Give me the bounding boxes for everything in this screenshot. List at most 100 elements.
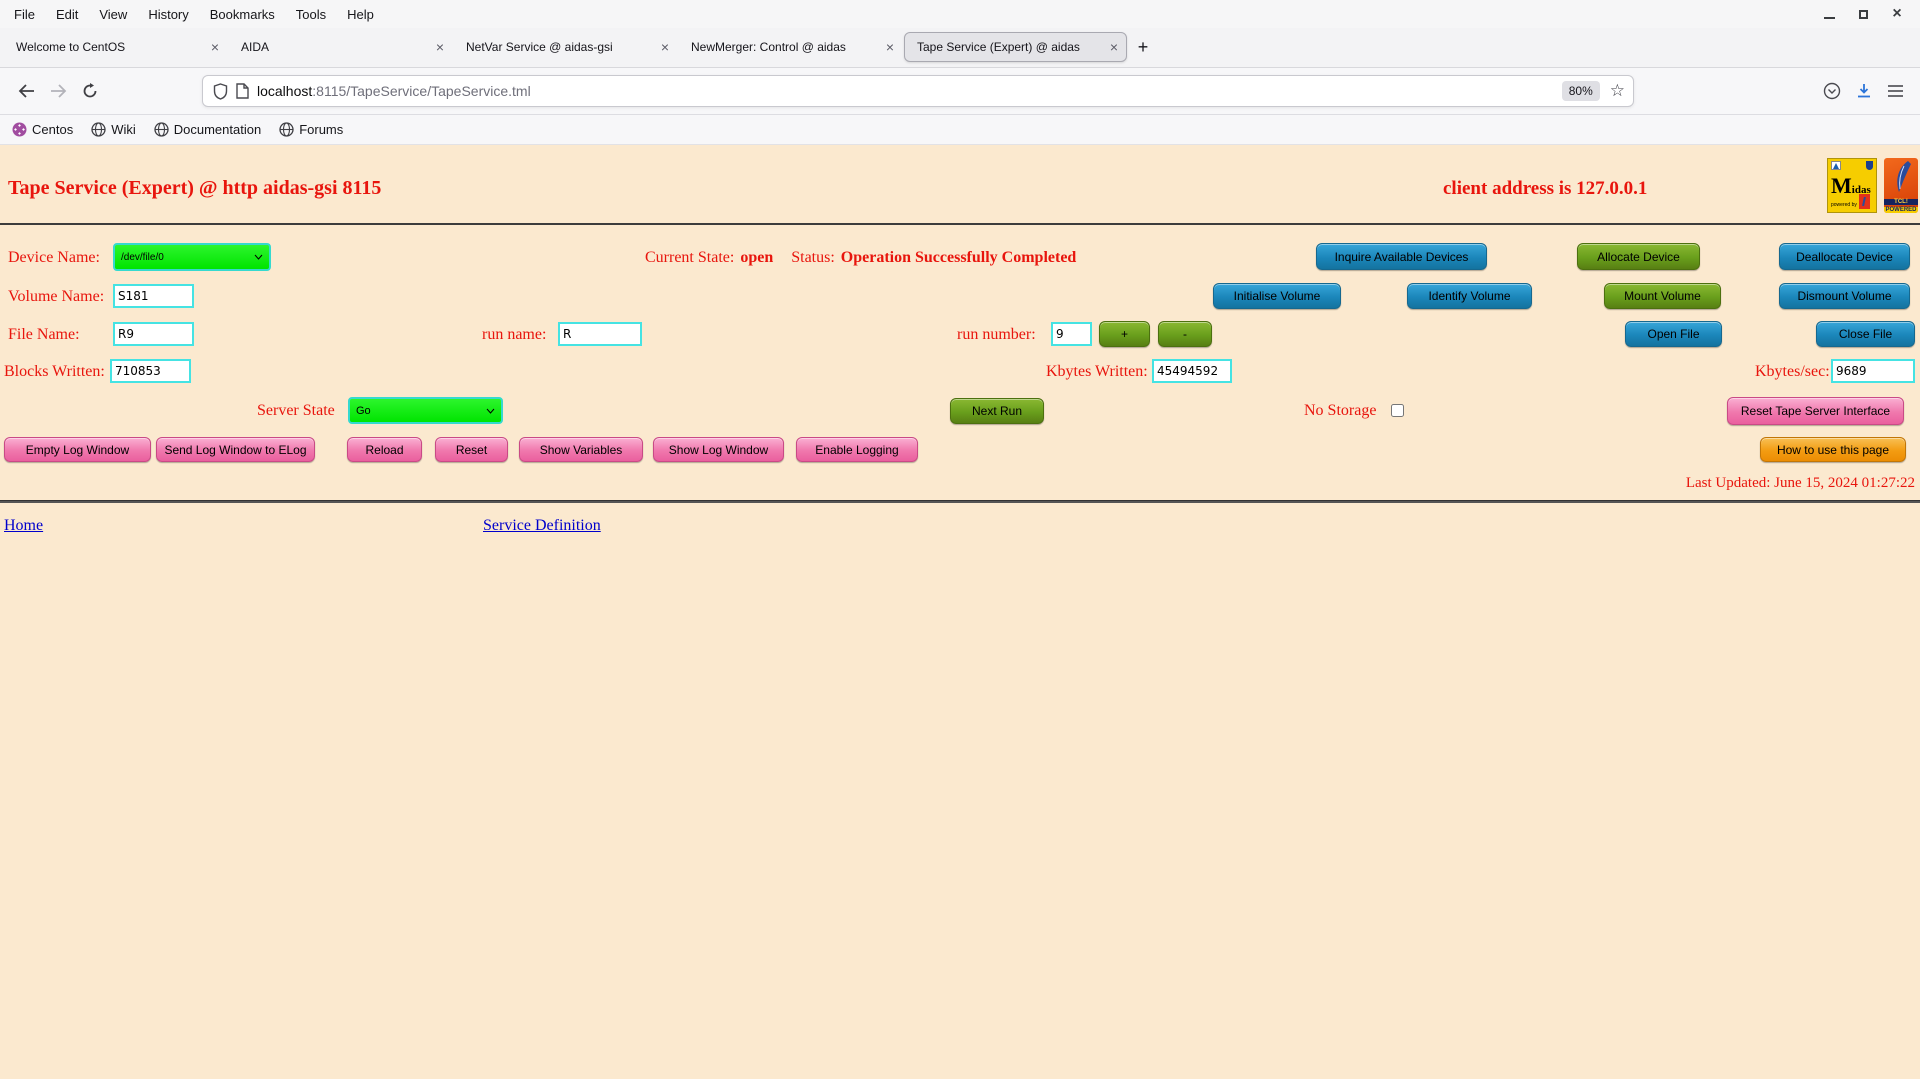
volume-name-input[interactable] (113, 284, 194, 308)
bookmark-forums[interactable]: Forums (279, 122, 343, 137)
tab-close-icon[interactable]: × (1104, 39, 1118, 55)
state-status-line: Current State: open Status: Operation Succe… (645, 249, 1076, 267)
run-number-decrement-button[interactable]: - (1158, 321, 1212, 347)
blocks-written-label: Blocks Written: (4, 363, 105, 380)
file-name-input[interactable] (113, 322, 194, 346)
server-state-value: Go (356, 404, 371, 417)
server-state-select[interactable]: Go (348, 397, 503, 424)
downloads-icon[interactable] (1855, 82, 1873, 100)
tab-close-icon[interactable]: × (655, 39, 669, 55)
page-title: Tape Service (Expert) @ http aidas-gsi 8… (8, 177, 382, 199)
midas-logo[interactable]: Midas powered by (1827, 158, 1877, 213)
tab-welcome-centos[interactable]: Welcome to CentOS × (4, 32, 227, 62)
file-name-label: File Name: (8, 326, 80, 343)
menu-bookmarks[interactable]: Bookmarks (210, 7, 275, 22)
show-log-window-button[interactable]: Show Log Window (653, 437, 784, 462)
tab-netvar-service[interactable]: NetVar Service @ aidas-gsi × (454, 32, 677, 62)
device-name-select[interactable]: /dev/file/0 (113, 243, 271, 271)
reload-button[interactable]: Reload (347, 437, 422, 462)
hamburger-menu-icon[interactable] (1887, 84, 1904, 98)
pocket-icon[interactable] (1823, 82, 1841, 100)
tab-newmerger-control[interactable]: NewMerger: Control @ aidas × (679, 32, 902, 62)
tcl-powered-text: POWERED (1884, 207, 1918, 213)
tab-close-icon[interactable]: × (205, 39, 219, 55)
send-log-window-to-elog-button[interactable]: Send Log Window to ELog (156, 437, 315, 462)
service-definition-link[interactable]: Service Definition (483, 517, 601, 535)
maximize-icon[interactable] (1856, 7, 1870, 21)
tab-aida[interactable]: AIDA × (229, 32, 452, 62)
run-number-increment-button[interactable]: + (1099, 321, 1150, 347)
client-address: client address is 127.0.0.1 (1443, 178, 1648, 199)
menu-history[interactable]: History (148, 7, 188, 22)
minimize-icon[interactable] (1822, 7, 1836, 21)
inquire-available-devices-button[interactable]: Inquire Available Devices (1316, 243, 1487, 270)
url-text: localhost:8115/TapeService/TapeService.t… (257, 83, 531, 99)
bookmark-wiki[interactable]: Wiki (91, 122, 136, 137)
new-tab-button[interactable]: + (1128, 32, 1158, 62)
menu-edit[interactable]: Edit (56, 7, 78, 22)
bookmarks-toolbar: Centos Wiki Documentation Forums (0, 115, 1920, 145)
menu-file[interactable]: File (14, 7, 35, 22)
identify-volume-button[interactable]: Identify Volume (1407, 283, 1532, 309)
tab-bar: Welcome to CentOS × AIDA × NetVar Servic… (0, 28, 1920, 68)
zoom-level-badge[interactable]: 80% (1561, 81, 1600, 101)
device-name-label: Device Name: (8, 249, 100, 266)
show-variables-button[interactable]: Show Variables (519, 437, 643, 462)
allocate-device-button[interactable]: Allocate Device (1577, 243, 1700, 270)
run-number-label: run number: (957, 326, 1036, 343)
url-bar[interactable]: localhost:8115/TapeService/TapeService.t… (202, 75, 1634, 107)
forward-icon[interactable] (42, 75, 74, 107)
shield-icon[interactable] (213, 82, 228, 100)
page-info-icon[interactable] (236, 83, 249, 99)
tab-label: NetVar Service @ aidas-gsi (466, 40, 613, 54)
run-number-input[interactable] (1051, 322, 1092, 346)
window-controls: × (1822, 6, 1920, 22)
open-file-button[interactable]: Open File (1625, 321, 1722, 347)
tab-tape-service-active[interactable]: Tape Service (Expert) @ aidas × (904, 32, 1127, 62)
enable-logging-button[interactable]: Enable Logging (796, 437, 918, 462)
menu-tools[interactable]: Tools (296, 7, 326, 22)
divider-top (0, 223, 1920, 225)
back-icon[interactable] (10, 75, 42, 107)
status-label: Status: (791, 249, 835, 266)
last-updated-text: Last Updated: June 15, 2024 01:27:22 (1685, 475, 1915, 491)
close-file-button[interactable]: Close File (1816, 321, 1915, 347)
home-link[interactable]: Home (4, 517, 43, 535)
kbytes-per-sec-label: Kbytes/sec: (1755, 363, 1830, 380)
divider-bottom (0, 500, 1920, 503)
current-state-label: Current State: (645, 249, 735, 266)
current-state-value: open (740, 249, 774, 266)
tab-label: AIDA (241, 40, 270, 54)
menu-view[interactable]: View (99, 7, 127, 22)
bookmark-documentation[interactable]: Documentation (154, 122, 261, 137)
bookmark-star-icon[interactable]: ☆ (1610, 81, 1625, 101)
status-value: Operation Successfully Completed (840, 249, 1077, 266)
no-storage-label: No Storage (1304, 402, 1377, 419)
reset-tape-server-interface-button[interactable]: Reset Tape Server Interface (1727, 397, 1904, 425)
empty-log-window-button[interactable]: Empty Log Window (4, 437, 151, 462)
tcl-powered-logo[interactable]: TCL! POWERED (1884, 158, 1918, 213)
reload-icon[interactable] (74, 75, 106, 107)
tcl-feather-icon (1897, 161, 1911, 192)
reset-button[interactable]: Reset (435, 437, 508, 462)
dismount-volume-button[interactable]: Dismount Volume (1779, 283, 1910, 309)
initialise-volume-button[interactable]: Initialise Volume (1213, 283, 1341, 309)
close-window-icon[interactable]: × (1890, 6, 1904, 22)
bookmark-centos[interactable]: Centos (12, 122, 73, 137)
mount-volume-button[interactable]: Mount Volume (1604, 283, 1721, 309)
tab-close-icon[interactable]: × (430, 39, 444, 55)
next-run-button[interactable]: Next Run (950, 398, 1044, 424)
how-to-use-this-page-button[interactable]: How to use this page (1760, 437, 1906, 462)
blocks-written-input[interactable] (110, 359, 191, 383)
menu-help[interactable]: Help (347, 7, 374, 22)
bookmark-label: Wiki (111, 122, 136, 137)
tab-close-icon[interactable]: × (880, 39, 894, 55)
tape-service-page: Tape Service (Expert) @ http aidas-gsi 8… (0, 145, 1920, 1079)
no-storage-checkbox[interactable] (1391, 404, 1404, 417)
deallocate-device-button[interactable]: Deallocate Device (1779, 243, 1910, 270)
kbytes-per-sec-input[interactable] (1831, 359, 1915, 383)
volume-name-label: Volume Name: (8, 288, 105, 305)
kbytes-written-input[interactable] (1152, 359, 1232, 383)
run-name-input[interactable] (558, 322, 642, 346)
midas-emblem-icon (1831, 161, 1841, 170)
